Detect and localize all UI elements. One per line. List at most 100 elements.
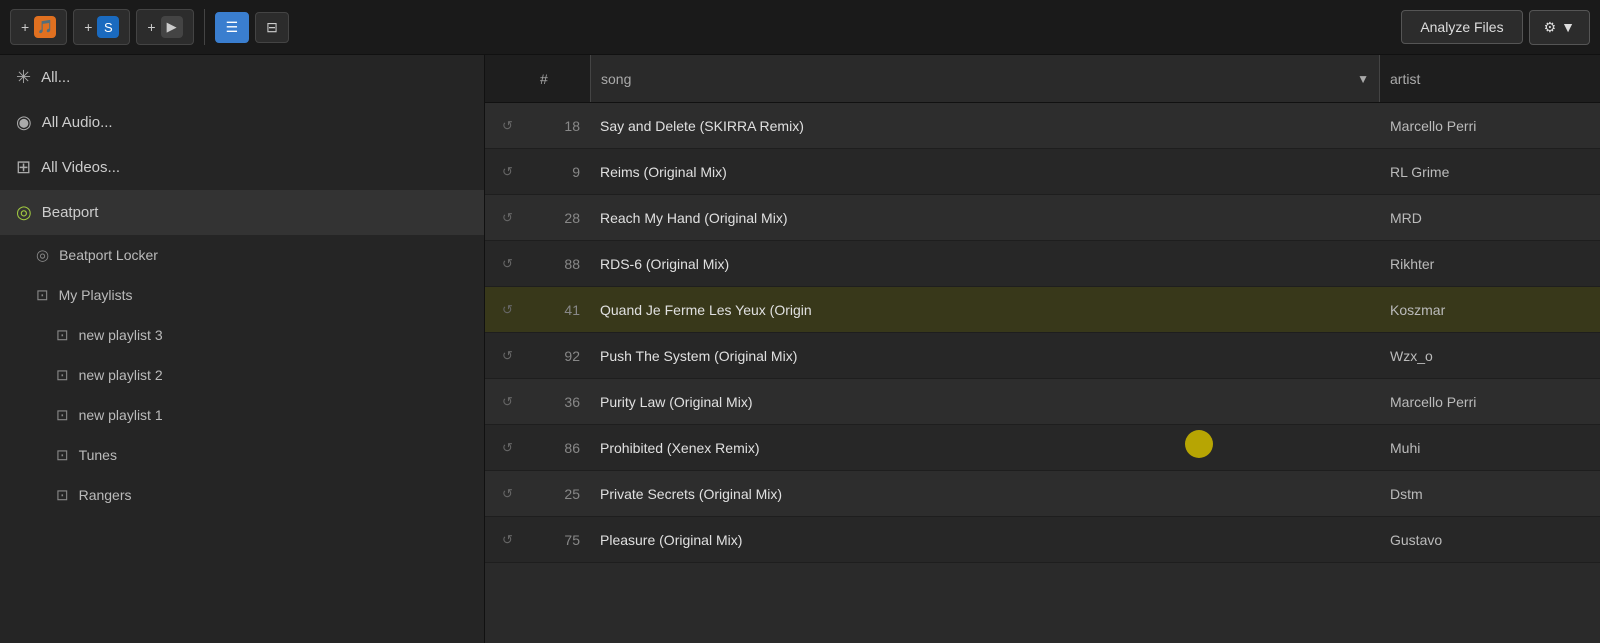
track-song-7: Purity Law (Original Mix) [590,394,1380,410]
play-icon-6[interactable]: ↺ [485,348,530,364]
video-icon: ▶ [161,16,183,38]
track-artist-8: Muhi [1380,440,1600,456]
track-song-6: Push The System (Original Mix) [590,348,1380,364]
play-icon-2[interactable]: ↺ [485,164,530,180]
table-row[interactable]: ↺ 75 Pleasure (Original Mix) Gustavo [485,517,1600,563]
gear-settings-button[interactable]: ⚙ ▼ [1529,10,1590,45]
video-nav-icon: ⊞ [16,157,31,178]
sidebar-item-all-audio[interactable]: ◉ All Audio... [0,100,484,145]
track-artist-6: Wzx_o [1380,348,1600,364]
sidebar-item-all-audio-label: All Audio... [42,114,113,131]
track-number-6: 92 [530,348,590,364]
track-number-3: 28 [530,210,590,226]
view-detail-button[interactable]: ⊟ [255,12,289,43]
track-song-2: Reims (Original Mix) [590,164,1380,180]
track-song-1: Say and Delete (SKIRRA Remix) [590,118,1380,134]
track-song-4: RDS-6 (Original Mix) [590,256,1380,272]
play-icon-4[interactable]: ↺ [485,256,530,272]
gear-icon: ⚙ [1544,19,1557,36]
table-body: ↺ 18 Say and Delete (SKIRRA Remix) Marce… [485,103,1600,643]
song-sort-dropdown[interactable]: ▼ [1357,72,1369,86]
track-number-10: 75 [530,532,590,548]
plus-icon: + [21,19,29,35]
sidebar-item-playlist-2-label: new playlist 2 [79,367,163,383]
track-artist-10: Gustavo [1380,532,1600,548]
play-icon-9[interactable]: ↺ [485,486,530,502]
table-header: # song ▼ artist [485,55,1600,103]
track-artist-7: Marcello Perri [1380,394,1600,410]
analyze-files-button[interactable]: Analyze Files [1401,10,1522,44]
track-artist-1: Marcello Perri [1380,118,1600,134]
sidebar-item-my-playlists-label: My Playlists [59,287,133,303]
play-icon-3[interactable]: ↺ [485,210,530,226]
content-area: # song ▼ artist ↺ 18 Say and Delete (SKI… [485,55,1600,643]
toolbar: + 🎵 + S + ▶ ☰ ⊟ Analyze Files ⚙ ▼ [0,0,1600,55]
track-number-1: 18 [530,118,590,134]
track-artist-2: RL Grime [1380,164,1600,180]
table-row[interactable]: ↺ 36 Purity Law (Original Mix) Marcello … [485,379,1600,425]
play-icon-1[interactable]: ↺ [485,118,530,134]
view-list-button[interactable]: ☰ [215,12,250,43]
list-icon: ☰ [226,19,239,36]
th-artist: artist [1380,71,1600,87]
playlist2-icon: ⊡ [56,366,69,384]
playlist-icon: S [97,16,119,38]
th-number: # [530,71,590,87]
sidebar-item-all-videos-label: All Videos... [41,159,120,176]
main-layout: ✳ All... ◉ All Audio... ⊞ All Videos... … [0,55,1600,643]
play-icon-8[interactable]: ↺ [485,440,530,456]
sidebar-item-rangers[interactable]: ⊡ Rangers [40,475,484,515]
tunes-icon: ⊡ [56,446,69,464]
table-row[interactable]: ↺ 88 RDS-6 (Original Mix) Rikhter [485,241,1600,287]
play-icon-5[interactable]: ↺ [485,302,530,318]
sidebar: ✳ All... ◉ All Audio... ⊞ All Videos... … [0,55,485,643]
sidebar-item-beatport-locker-label: Beatport Locker [59,247,158,263]
add-playlist-button[interactable]: + S [73,9,130,45]
sidebar-item-all[interactable]: ✳ All... [0,55,484,100]
th-song[interactable]: song ▼ [590,55,1380,102]
track-song-9: Private Secrets (Original Mix) [590,486,1380,502]
table-row[interactable]: ↺ 86 Prohibited (Xenex Remix) Muhi [485,425,1600,471]
playlist1-icon: ⊡ [56,406,69,424]
sidebar-item-beatport[interactable]: ◎ Beatport [0,190,484,235]
sidebar-item-all-label: All... [41,69,70,86]
play-icon-10[interactable]: ↺ [485,532,530,548]
play-icon-7[interactable]: ↺ [485,394,530,410]
table-row[interactable]: ↺ 92 Push The System (Original Mix) Wzx_… [485,333,1600,379]
th-song-label: song [601,71,631,87]
table-row[interactable]: ↺ 41 Quand Je Ferme Les Yeux (Origin Kos… [485,287,1600,333]
track-artist-5: Koszmar [1380,302,1600,318]
track-number-8: 86 [530,440,590,456]
sidebar-playlist-children: ⊡ new playlist 3 ⊡ new playlist 2 ⊡ new … [20,315,484,515]
add-track-button[interactable]: + 🎵 [10,9,67,45]
sidebar-item-playlist-1[interactable]: ⊡ new playlist 1 [40,395,484,435]
track-song-3: Reach My Hand (Original Mix) [590,210,1380,226]
plus-icon-2: + [84,19,92,35]
track-number-2: 9 [530,164,590,180]
plus-icon-3: + [147,19,155,35]
separator-1 [204,9,205,45]
sidebar-item-tunes-label: Tunes [79,447,117,463]
rangers-icon: ⊡ [56,486,69,504]
table-row[interactable]: ↺ 9 Reims (Original Mix) RL Grime [485,149,1600,195]
sidebar-item-playlist-3[interactable]: ⊡ new playlist 3 [40,315,484,355]
track-number-9: 25 [530,486,590,502]
sidebar-item-my-playlists[interactable]: ⊡ My Playlists [20,275,484,315]
table-row[interactable]: ↺ 18 Say and Delete (SKIRRA Remix) Marce… [485,103,1600,149]
table-row[interactable]: ↺ 25 Private Secrets (Original Mix) Dstm [485,471,1600,517]
playlist3-icon: ⊡ [56,326,69,344]
track-song-8: Prohibited (Xenex Remix) [590,440,1380,456]
sidebar-item-beatport-label: Beatport [42,204,99,221]
sidebar-beatport-children: ◎ Beatport Locker ⊡ My Playlists ⊡ new p… [0,235,484,515]
sidebar-item-tunes[interactable]: ⊡ Tunes [40,435,484,475]
track-number-5: 41 [530,302,590,318]
detail-icon: ⊟ [266,19,278,36]
sidebar-item-all-videos[interactable]: ⊞ All Videos... [0,145,484,190]
track-artist-4: Rikhter [1380,256,1600,272]
track-artist-3: MRD [1380,210,1600,226]
add-video-button[interactable]: + ▶ [136,9,193,45]
table-row[interactable]: ↺ 28 Reach My Hand (Original Mix) MRD [485,195,1600,241]
sidebar-item-beatport-locker[interactable]: ◎ Beatport Locker [20,235,484,275]
sidebar-item-playlist-2[interactable]: ⊡ new playlist 2 [40,355,484,395]
track-number-4: 88 [530,256,590,272]
